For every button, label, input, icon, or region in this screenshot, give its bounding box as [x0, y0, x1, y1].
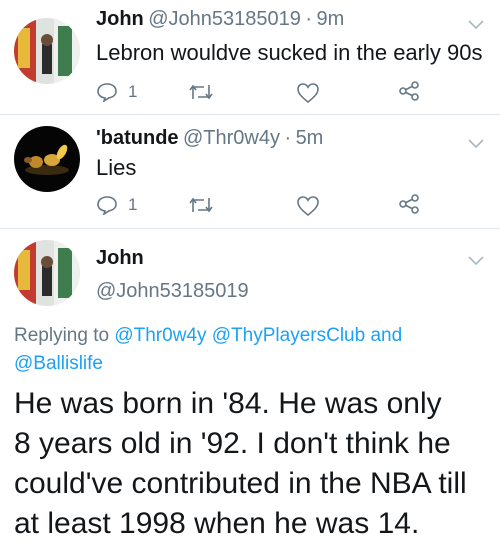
replying-to: Replying to @Thr0w4y @ThyPlayersClub and: [14, 322, 402, 350]
reply-button[interactable]: 1: [96, 82, 137, 102]
tweet-text: Lies: [96, 155, 137, 180]
tweet-text-line: He was born in '84. He was only: [14, 387, 442, 420]
tweet-text: He was born in '84. He was only 8 years …: [14, 384, 499, 544]
mention-link[interactable]: @Ballislife: [14, 353, 103, 374]
separator-dot: ·: [305, 8, 313, 30]
display-name[interactable]: 'batunde: [96, 127, 179, 149]
timestamp[interactable]: 9m: [316, 8, 344, 30]
separator-dot: ·: [284, 127, 292, 149]
reply-count: 1: [128, 195, 138, 214]
replying-to-label: Replying to: [14, 325, 110, 346]
reply-count: 1: [128, 82, 138, 101]
chevron-down-icon[interactable]: [468, 139, 484, 149]
chevron-down-icon[interactable]: [468, 256, 484, 266]
heart-icon[interactable]: [296, 195, 320, 217]
reply-button[interactable]: 1: [96, 195, 137, 215]
divider: [0, 114, 500, 115]
avatar[interactable]: [14, 240, 80, 306]
mention-link[interactable]: @Thr0w4y: [114, 325, 206, 346]
and-text: and: [370, 325, 403, 346]
reply-icon: [97, 196, 117, 215]
avatar[interactable]: [14, 126, 80, 192]
tweet-text-line: could've contributed in the NBA till: [14, 467, 467, 500]
display-name[interactable]: John: [96, 8, 144, 30]
heart-icon[interactable]: [296, 82, 320, 104]
retweet-icon[interactable]: [188, 82, 214, 102]
user-handle[interactable]: @John53185019: [96, 280, 249, 303]
chevron-down-icon[interactable]: [468, 20, 484, 30]
timestamp[interactable]: 5m: [296, 127, 324, 149]
share-icon[interactable]: [398, 80, 420, 102]
user-handle[interactable]: @Thr0w4y: [183, 127, 280, 149]
tweet-text: Lebron wouldve sucked in the early 90s: [96, 40, 483, 65]
user-handle[interactable]: @John53185019: [148, 8, 301, 30]
tweet-text-line: at least 1998 when he was 14.: [14, 507, 420, 540]
retweet-icon[interactable]: [188, 195, 214, 215]
share-icon[interactable]: [398, 193, 420, 215]
display-name[interactable]: John: [96, 247, 144, 270]
reply-icon: [97, 83, 117, 102]
divider: [0, 228, 500, 229]
mention-link[interactable]: @ThyPlayersClub: [212, 325, 365, 346]
avatar[interactable]: [14, 18, 80, 84]
tweet-text-line: 8 years old in '92. I don't think he: [14, 427, 451, 460]
